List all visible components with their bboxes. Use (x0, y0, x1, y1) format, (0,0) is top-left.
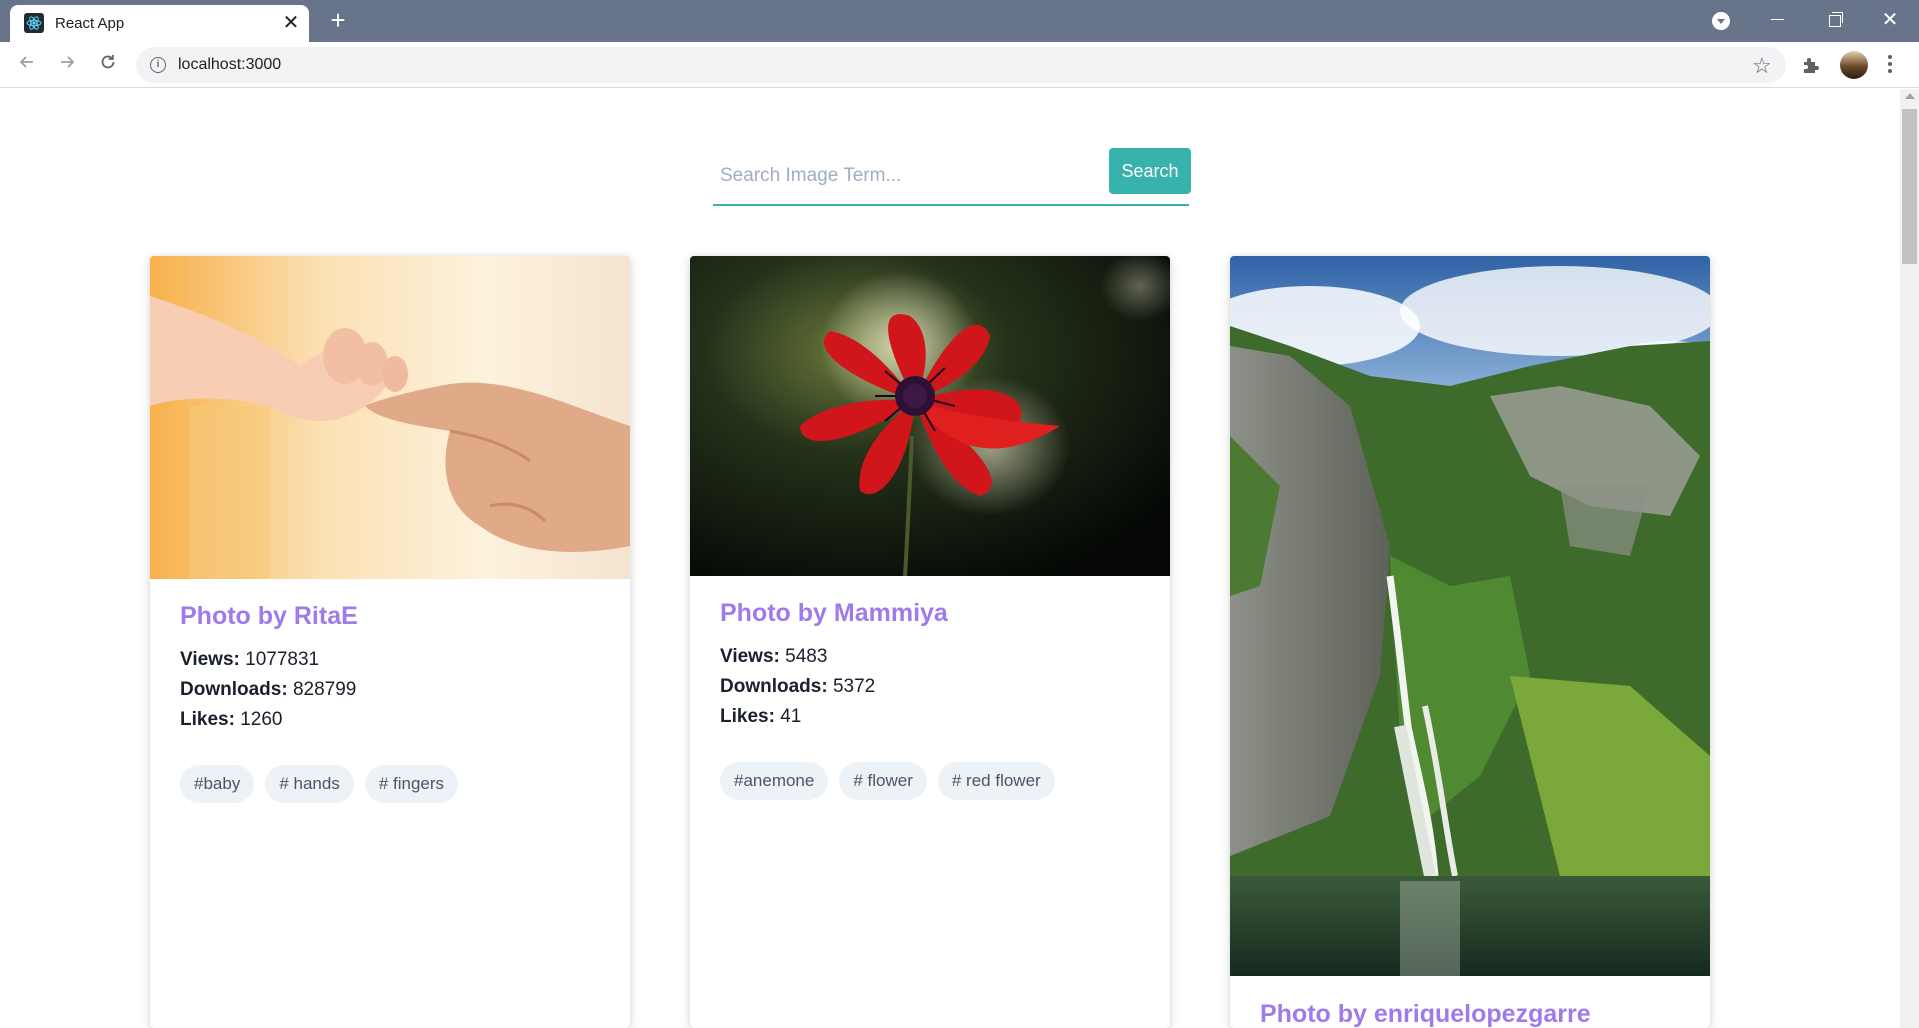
likes-label: Likes: (720, 706, 775, 727)
browser-toolbar: i localhost:3000 ☆ (0, 42, 1919, 88)
page-scrollbar[interactable] (1900, 89, 1919, 1028)
url-text[interactable]: localhost:3000 (178, 56, 281, 74)
tag-chip[interactable]: # flower (839, 762, 927, 800)
scroll-up-arrow-icon[interactable] (1905, 93, 1915, 99)
downloads-stat: Downloads: 828799 (180, 675, 610, 705)
back-arrow-icon[interactable] (13, 51, 41, 79)
card-body: Photo by Mammiya Views: 5483 Downloads: … (720, 599, 1150, 800)
search-input[interactable] (713, 148, 1103, 204)
tag-list: #baby # hands # fingers (180, 765, 610, 803)
views-stat: Views: 5483 (720, 642, 1150, 672)
downloads-stat: Downloads: 5372 (720, 672, 1150, 702)
card-image-baby-hand (150, 256, 630, 579)
close-tab-icon[interactable]: ✕ (280, 12, 302, 34)
image-card: Photo by RitaE Views: 1077831 Downloads:… (150, 256, 630, 1028)
downloads-value: 5372 (832, 676, 876, 697)
scroll-thumb[interactable] (1902, 109, 1917, 264)
tag-chip[interactable]: #anemone (720, 762, 829, 800)
card-title: Photo by Mammiya (720, 599, 948, 627)
minimize-icon[interactable] (1760, 6, 1794, 34)
likes-stat: Likes: 41 (720, 702, 1150, 732)
forward-arrow-icon[interactable] (53, 51, 81, 79)
site-info-icon[interactable]: i (150, 57, 166, 73)
search-form: Search (713, 148, 1191, 206)
views-value: 5483 (785, 646, 828, 667)
restore-icon[interactable] (1816, 6, 1850, 34)
likes-stat: Likes: 1260 (180, 705, 610, 735)
tab-title: React App (55, 15, 125, 32)
likes-value: 41 (780, 706, 802, 727)
tag-chip[interactable]: #baby (180, 765, 255, 803)
extensions-puzzle-icon[interactable] (1800, 54, 1822, 76)
tag-list: #anemone # flower # red flower (720, 762, 1150, 800)
address-bar[interactable]: i localhost:3000 ☆ (136, 47, 1786, 83)
new-tab-icon[interactable]: + (325, 7, 351, 34)
browser-tab[interactable]: React App ✕ (10, 5, 309, 42)
react-icon (24, 13, 44, 33)
card-title: Photo by enriquelopezgarre (1260, 1000, 1591, 1028)
image-card: Photo by Mammiya Views: 5483 Downloads: … (690, 256, 1170, 1028)
likes-value: 1260 (240, 709, 283, 730)
card-body: Photo by enriquelopezgarre (1260, 1000, 1690, 1028)
views-value: 1077831 (245, 649, 320, 670)
views-label: Views: (180, 649, 240, 670)
more-menu-icon[interactable] (1887, 52, 1893, 78)
window-close-icon[interactable]: ✕ (1873, 6, 1907, 34)
downloads-label: Downloads: (180, 679, 288, 700)
tag-chip[interactable]: # fingers (364, 765, 459, 803)
tag-chip[interactable]: # red flower (937, 762, 1055, 800)
search-button[interactable]: Search (1109, 148, 1191, 194)
profile-avatar[interactable] (1840, 51, 1868, 79)
card-title: Photo by RitaE (180, 602, 358, 630)
card-image-waterfall (1230, 256, 1710, 976)
bookmark-star-icon[interactable]: ☆ (1752, 53, 1772, 79)
likes-label: Likes: (180, 709, 235, 730)
browser-tab-bar: React App ✕ + ✕ (0, 0, 1919, 42)
downloads-value: 828799 (292, 679, 357, 700)
tab-search-icon[interactable] (1712, 12, 1730, 30)
image-card: Photo by enriquelopezgarre (1230, 256, 1710, 1028)
card-image-red-anemone (690, 256, 1170, 576)
card-body: Photo by RitaE Views: 1077831 Downloads:… (180, 602, 610, 803)
reload-icon[interactable] (94, 51, 122, 79)
views-label: Views: (720, 646, 780, 667)
downloads-label: Downloads: (720, 676, 828, 697)
tag-chip[interactable]: # hands (265, 765, 354, 803)
views-stat: Views: 1077831 (180, 645, 610, 675)
